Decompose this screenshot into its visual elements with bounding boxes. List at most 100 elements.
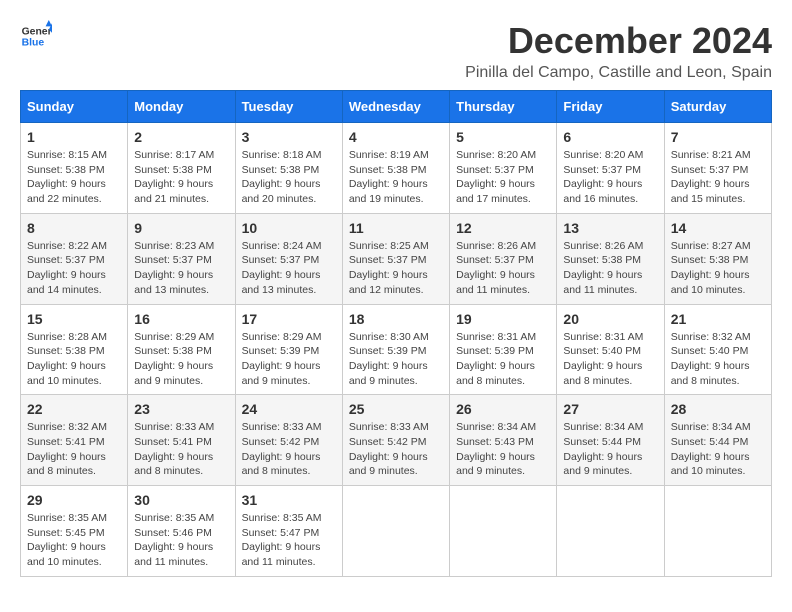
day-number: 25 (349, 401, 443, 417)
calendar-day-cell: 9 Sunrise: 8:23 AM Sunset: 5:37 PM Dayli… (128, 213, 235, 304)
day-of-week-header: Thursday (450, 91, 557, 123)
calendar-week-row: 15 Sunrise: 8:28 AM Sunset: 5:38 PM Dayl… (21, 304, 772, 395)
day-info: Sunrise: 8:33 AM Sunset: 5:42 PM Dayligh… (242, 420, 336, 479)
day-of-week-header: Saturday (664, 91, 771, 123)
day-info: Sunrise: 8:19 AM Sunset: 5:38 PM Dayligh… (349, 148, 443, 207)
day-info: Sunrise: 8:17 AM Sunset: 5:38 PM Dayligh… (134, 148, 228, 207)
day-number: 21 (671, 311, 765, 327)
day-info: Sunrise: 8:35 AM Sunset: 5:45 PM Dayligh… (27, 511, 121, 570)
day-info: Sunrise: 8:24 AM Sunset: 5:37 PM Dayligh… (242, 239, 336, 298)
day-number: 18 (349, 311, 443, 327)
svg-text:Blue: Blue (22, 38, 45, 49)
day-info: Sunrise: 8:23 AM Sunset: 5:37 PM Dayligh… (134, 239, 228, 298)
day-number: 11 (349, 220, 443, 236)
calendar-day-cell (557, 486, 664, 577)
day-number: 10 (242, 220, 336, 236)
calendar-day-cell: 24 Sunrise: 8:33 AM Sunset: 5:42 PM Dayl… (235, 395, 342, 486)
day-of-week-header: Monday (128, 91, 235, 123)
page-header: General Blue December 2024 Pinilla del C… (20, 20, 772, 82)
calendar-day-cell: 6 Sunrise: 8:20 AM Sunset: 5:37 PM Dayli… (557, 123, 664, 214)
day-number: 5 (456, 129, 550, 145)
calendar-day-cell: 20 Sunrise: 8:31 AM Sunset: 5:40 PM Dayl… (557, 304, 664, 395)
calendar-day-cell: 25 Sunrise: 8:33 AM Sunset: 5:42 PM Dayl… (342, 395, 449, 486)
day-number: 17 (242, 311, 336, 327)
day-number: 31 (242, 492, 336, 508)
day-info: Sunrise: 8:35 AM Sunset: 5:46 PM Dayligh… (134, 511, 228, 570)
calendar-day-cell: 19 Sunrise: 8:31 AM Sunset: 5:39 PM Dayl… (450, 304, 557, 395)
day-number: 16 (134, 311, 228, 327)
calendar-table: SundayMondayTuesdayWednesdayThursdayFrid… (20, 90, 772, 577)
day-info: Sunrise: 8:15 AM Sunset: 5:38 PM Dayligh… (27, 148, 121, 207)
day-number: 13 (563, 220, 657, 236)
day-info: Sunrise: 8:32 AM Sunset: 5:40 PM Dayligh… (671, 330, 765, 389)
calendar-day-cell (450, 486, 557, 577)
calendar-day-cell: 1 Sunrise: 8:15 AM Sunset: 5:38 PM Dayli… (21, 123, 128, 214)
day-info: Sunrise: 8:28 AM Sunset: 5:38 PM Dayligh… (27, 330, 121, 389)
day-info: Sunrise: 8:26 AM Sunset: 5:37 PM Dayligh… (456, 239, 550, 298)
calendar-day-cell: 11 Sunrise: 8:25 AM Sunset: 5:37 PM Dayl… (342, 213, 449, 304)
logo-icon: General Blue (20, 20, 52, 52)
day-info: Sunrise: 8:20 AM Sunset: 5:37 PM Dayligh… (563, 148, 657, 207)
day-number: 1 (27, 129, 121, 145)
calendar-week-row: 1 Sunrise: 8:15 AM Sunset: 5:38 PM Dayli… (21, 123, 772, 214)
day-number: 7 (671, 129, 765, 145)
day-number: 6 (563, 129, 657, 145)
calendar-week-row: 29 Sunrise: 8:35 AM Sunset: 5:45 PM Dayl… (21, 486, 772, 577)
calendar-day-cell: 10 Sunrise: 8:24 AM Sunset: 5:37 PM Dayl… (235, 213, 342, 304)
day-info: Sunrise: 8:30 AM Sunset: 5:39 PM Dayligh… (349, 330, 443, 389)
day-info: Sunrise: 8:33 AM Sunset: 5:42 PM Dayligh… (349, 420, 443, 479)
logo: General Blue (20, 20, 52, 52)
day-number: 24 (242, 401, 336, 417)
day-info: Sunrise: 8:35 AM Sunset: 5:47 PM Dayligh… (242, 511, 336, 570)
calendar-day-cell: 30 Sunrise: 8:35 AM Sunset: 5:46 PM Dayl… (128, 486, 235, 577)
day-number: 9 (134, 220, 228, 236)
day-info: Sunrise: 8:26 AM Sunset: 5:38 PM Dayligh… (563, 239, 657, 298)
day-info: Sunrise: 8:34 AM Sunset: 5:44 PM Dayligh… (671, 420, 765, 479)
calendar-day-cell: 2 Sunrise: 8:17 AM Sunset: 5:38 PM Dayli… (128, 123, 235, 214)
calendar-day-cell: 13 Sunrise: 8:26 AM Sunset: 5:38 PM Dayl… (557, 213, 664, 304)
day-number: 4 (349, 129, 443, 145)
svg-text:General: General (22, 26, 52, 37)
day-number: 27 (563, 401, 657, 417)
day-of-week-header: Friday (557, 91, 664, 123)
calendar-day-cell: 16 Sunrise: 8:29 AM Sunset: 5:38 PM Dayl… (128, 304, 235, 395)
day-number: 20 (563, 311, 657, 327)
day-of-week-header: Wednesday (342, 91, 449, 123)
month-title: December 2024 (465, 20, 772, 62)
day-number: 3 (242, 129, 336, 145)
calendar-day-cell: 8 Sunrise: 8:22 AM Sunset: 5:37 PM Dayli… (21, 213, 128, 304)
day-number: 15 (27, 311, 121, 327)
calendar-day-cell: 27 Sunrise: 8:34 AM Sunset: 5:44 PM Dayl… (557, 395, 664, 486)
day-number: 14 (671, 220, 765, 236)
calendar-week-row: 8 Sunrise: 8:22 AM Sunset: 5:37 PM Dayli… (21, 213, 772, 304)
calendar-day-cell: 22 Sunrise: 8:32 AM Sunset: 5:41 PM Dayl… (21, 395, 128, 486)
calendar-day-cell: 31 Sunrise: 8:35 AM Sunset: 5:47 PM Dayl… (235, 486, 342, 577)
calendar-day-cell: 29 Sunrise: 8:35 AM Sunset: 5:45 PM Dayl… (21, 486, 128, 577)
day-info: Sunrise: 8:34 AM Sunset: 5:44 PM Dayligh… (563, 420, 657, 479)
title-section: December 2024 Pinilla del Campo, Castill… (465, 20, 772, 82)
calendar-header-row: SundayMondayTuesdayWednesdayThursdayFrid… (21, 91, 772, 123)
calendar-day-cell: 23 Sunrise: 8:33 AM Sunset: 5:41 PM Dayl… (128, 395, 235, 486)
location-title: Pinilla del Campo, Castille and Leon, Sp… (465, 64, 772, 82)
day-info: Sunrise: 8:22 AM Sunset: 5:37 PM Dayligh… (27, 239, 121, 298)
day-number: 19 (456, 311, 550, 327)
day-info: Sunrise: 8:34 AM Sunset: 5:43 PM Dayligh… (456, 420, 550, 479)
day-info: Sunrise: 8:31 AM Sunset: 5:39 PM Dayligh… (456, 330, 550, 389)
day-number: 30 (134, 492, 228, 508)
day-info: Sunrise: 8:18 AM Sunset: 5:38 PM Dayligh… (242, 148, 336, 207)
day-info: Sunrise: 8:29 AM Sunset: 5:39 PM Dayligh… (242, 330, 336, 389)
day-of-week-header: Tuesday (235, 91, 342, 123)
day-info: Sunrise: 8:32 AM Sunset: 5:41 PM Dayligh… (27, 420, 121, 479)
calendar-day-cell: 4 Sunrise: 8:19 AM Sunset: 5:38 PM Dayli… (342, 123, 449, 214)
calendar-day-cell: 28 Sunrise: 8:34 AM Sunset: 5:44 PM Dayl… (664, 395, 771, 486)
day-number: 12 (456, 220, 550, 236)
calendar-week-row: 22 Sunrise: 8:32 AM Sunset: 5:41 PM Dayl… (21, 395, 772, 486)
day-number: 23 (134, 401, 228, 417)
calendar-day-cell: 14 Sunrise: 8:27 AM Sunset: 5:38 PM Dayl… (664, 213, 771, 304)
day-info: Sunrise: 8:21 AM Sunset: 5:37 PM Dayligh… (671, 148, 765, 207)
calendar-day-cell: 7 Sunrise: 8:21 AM Sunset: 5:37 PM Dayli… (664, 123, 771, 214)
calendar-day-cell: 17 Sunrise: 8:29 AM Sunset: 5:39 PM Dayl… (235, 304, 342, 395)
calendar-day-cell: 18 Sunrise: 8:30 AM Sunset: 5:39 PM Dayl… (342, 304, 449, 395)
day-number: 2 (134, 129, 228, 145)
calendar-day-cell (342, 486, 449, 577)
